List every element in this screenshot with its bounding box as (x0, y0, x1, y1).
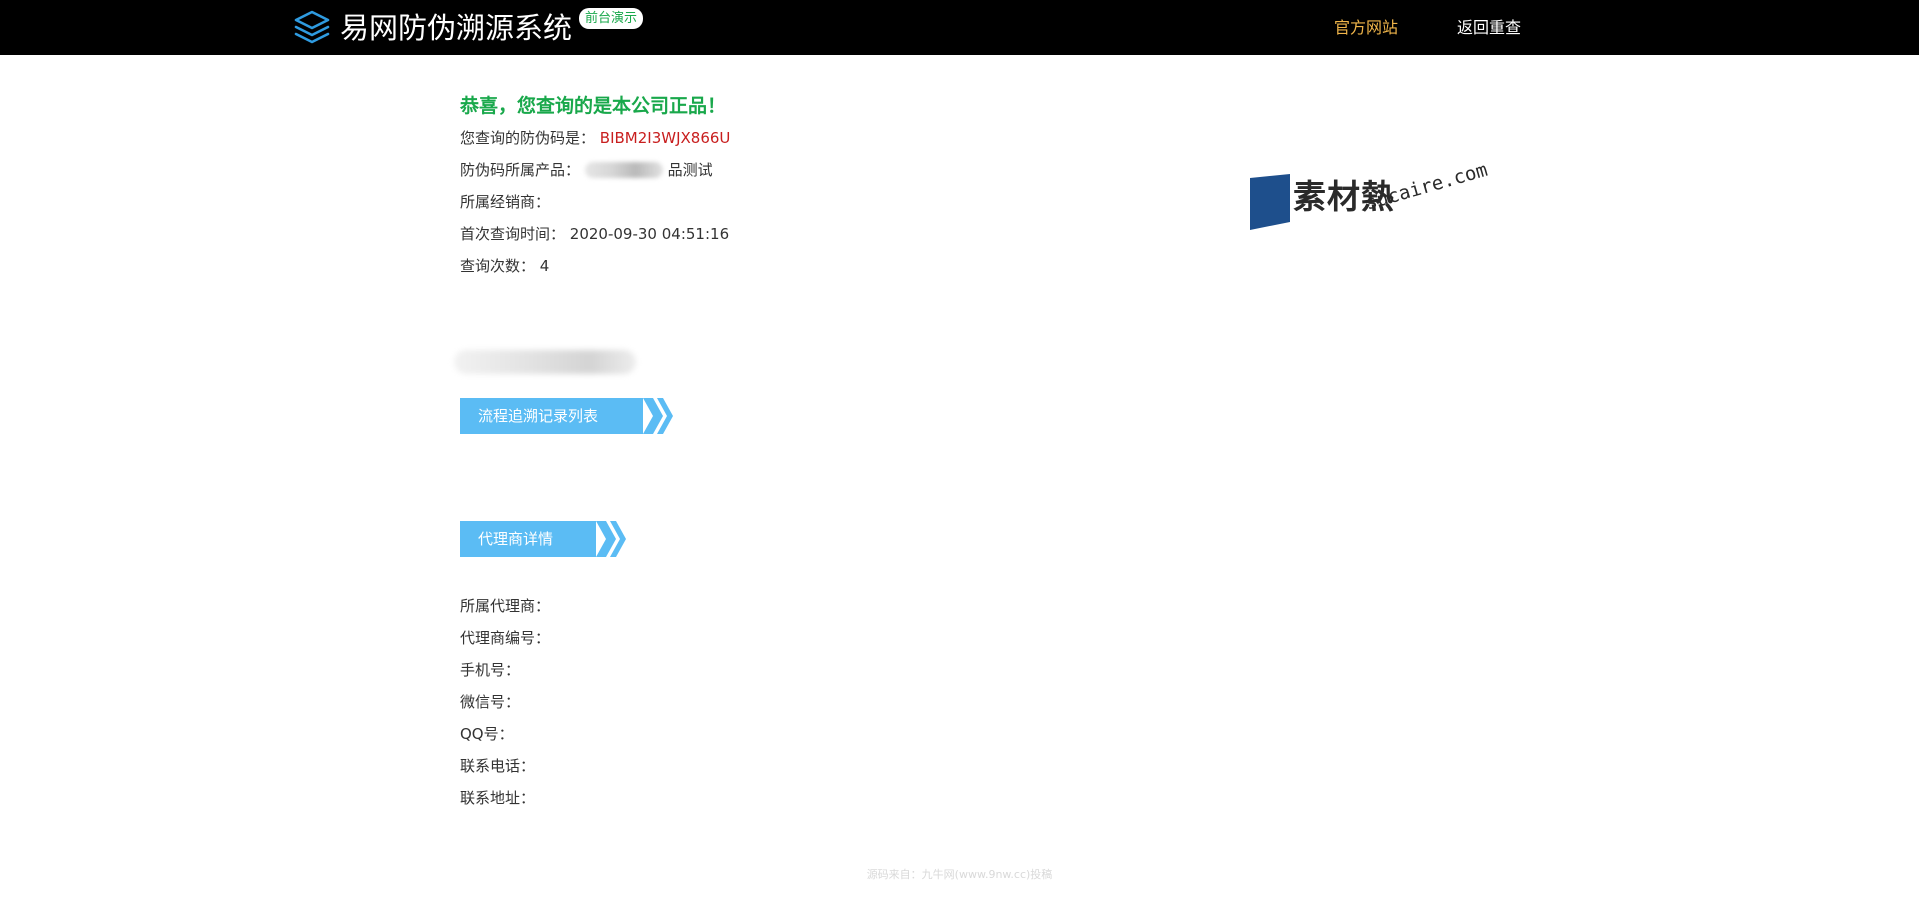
demo-badge: 前台演示 (579, 8, 644, 29)
nav-official-site-link[interactable]: 官方网站 (1334, 16, 1398, 40)
query-count-label: 查询次数： (460, 257, 536, 275)
double-chevron-right-icon (643, 398, 673, 434)
agent-detail-banner[interactable]: 代理商详情 (460, 521, 626, 557)
code-label: 您查询的防伪码是： (460, 129, 596, 147)
agent-row-label: QQ号： (460, 725, 514, 743)
brand-title: 易网防伪溯源系统 (340, 11, 573, 45)
agent-row: QQ号： (460, 718, 550, 750)
agent-row-label: 代理商编号： (460, 629, 551, 647)
agent-row: 联系电话： (460, 750, 550, 782)
blurred-product-name (584, 162, 663, 178)
code-row: 您查询的防伪码是： BIBM2I3WJX866U (460, 122, 1260, 154)
query-count-row: 查询次数： 4 (460, 250, 1260, 282)
agent-row-label: 微信号： (460, 693, 521, 711)
agent-detail-list: 所属代理商： 代理商编号： 手机号： 微信号： QQ号： 联系电话： 联系地址： (460, 590, 550, 814)
distributor-row: 所属经销商： (460, 186, 1260, 218)
first-query-label: 首次查询时间： (460, 225, 566, 243)
agent-row-label: 手机号： (460, 661, 521, 679)
agent-row-label: 联系地址： (460, 789, 536, 807)
brand[interactable]: 易网防伪溯源系统 (292, 9, 572, 47)
agent-row: 手机号： (460, 654, 550, 686)
query-count-value: 4 (539, 257, 550, 275)
product-row: 防伪码所属产品： 品测试 (460, 154, 1260, 186)
agent-row: 代理商编号： (460, 622, 550, 654)
watermark-url: sucaire.com (1362, 158, 1491, 215)
agent-detail-title: 代理商详情 (460, 521, 596, 557)
query-result-panel: 恭喜，您查询的是本公司正品！ 您查询的防伪码是： BIBM2I3WJX866U … (460, 90, 1260, 282)
nav-back-requery-link[interactable]: 返回重查 (1457, 16, 1521, 40)
watermark-logo: 素材熱 sucaire.com (1250, 159, 1500, 240)
agent-row: 联系地址： (460, 782, 550, 814)
distributor-label: 所属经销商： (460, 193, 551, 211)
double-chevron-right-icon (596, 521, 626, 557)
agent-row: 微信号： (460, 686, 550, 718)
top-navigation-bar: 易网防伪溯源系统 前台演示 官方网站 返回重查 (0, 0, 1919, 55)
trace-records-title: 流程追溯记录列表 (460, 398, 643, 434)
layers-icon (294, 10, 330, 44)
success-title: 恭喜，您查询的是本公司正品！ (460, 95, 727, 117)
agent-row-label: 联系电话： (460, 757, 536, 775)
watermark-flag-icon (1250, 174, 1290, 230)
first-query-row: 首次查询时间： 2020-09-30 04:51:16 (460, 218, 1260, 250)
blurred-content (454, 350, 636, 374)
agent-row-label: 所属代理商： (460, 597, 551, 615)
agent-row: 所属代理商： (460, 590, 550, 622)
footer-source-note: 源码来自：九牛网(www.9nw.cc)投稿 (866, 868, 1053, 881)
code-value: BIBM2I3WJX866U (599, 129, 731, 147)
product-value: 品测试 (667, 161, 713, 179)
trace-records-banner[interactable]: 流程追溯记录列表 (460, 398, 673, 434)
product-label: 防伪码所属产品： (460, 161, 581, 179)
first-query-value: 2020-09-30 04:51:16 (569, 225, 730, 243)
